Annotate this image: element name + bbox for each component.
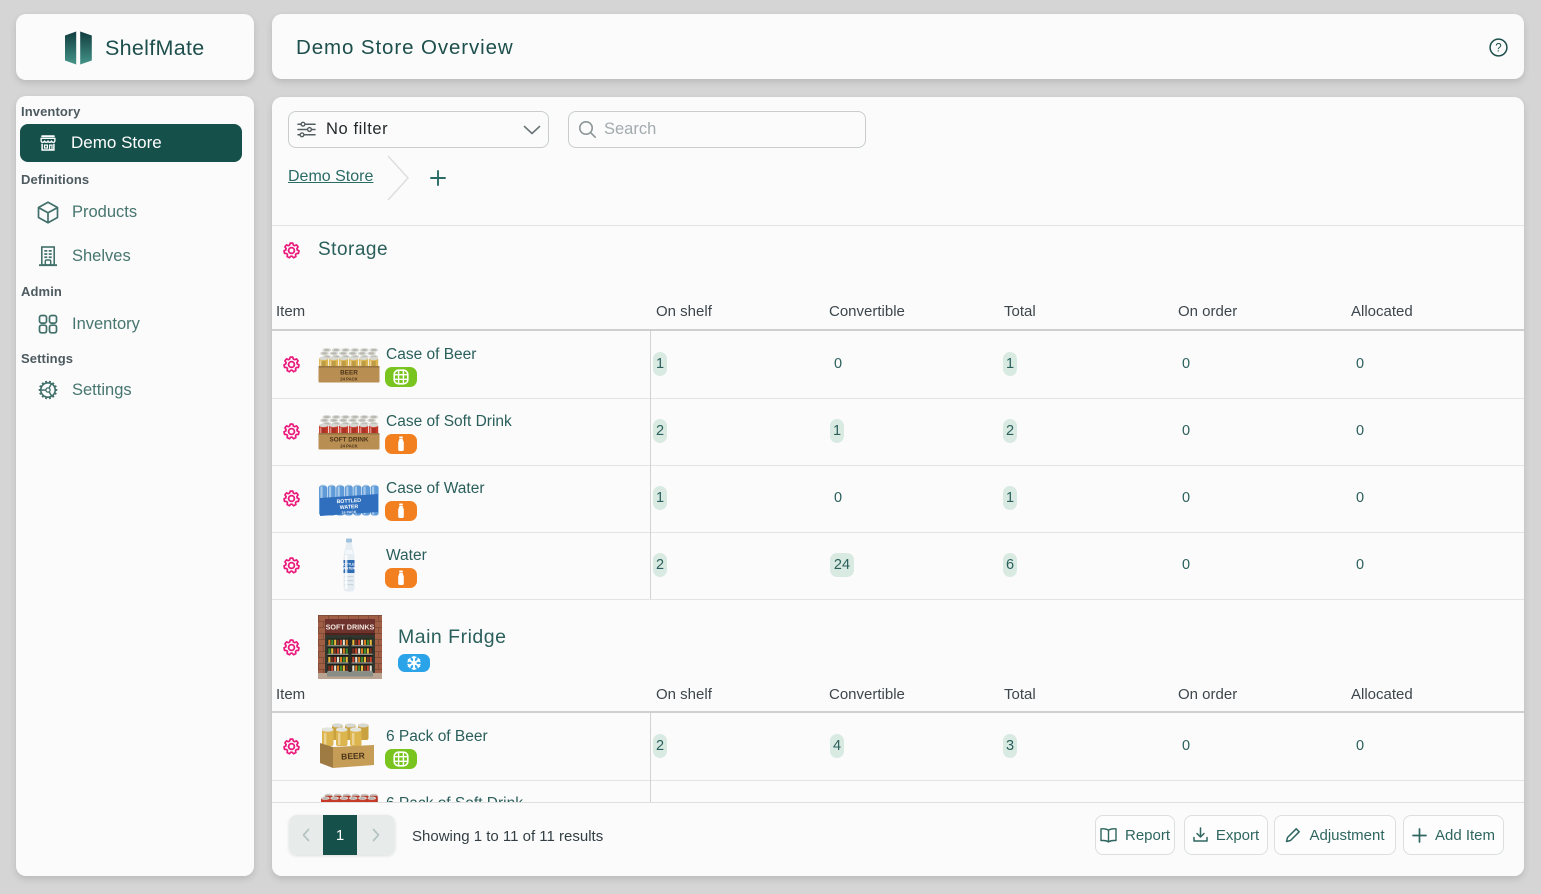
- svg-text:SOFT DRINK: SOFT DRINK: [329, 437, 368, 444]
- svg-text:BEER: BEER: [340, 370, 358, 377]
- svg-text:24 PACK: 24 PACK: [340, 444, 357, 449]
- svg-text:24 PACK: 24 PACK: [340, 377, 357, 382]
- svg-text:SOFT DRINKS: SOFT DRINKS: [326, 623, 375, 632]
- svg-text:WATER: WATER: [343, 567, 356, 571]
- svg-text:BEER: BEER: [341, 750, 365, 761]
- svg-text:?: ?: [1495, 42, 1501, 54]
- svg-text:24 PACK: 24 PACK: [342, 510, 358, 515]
